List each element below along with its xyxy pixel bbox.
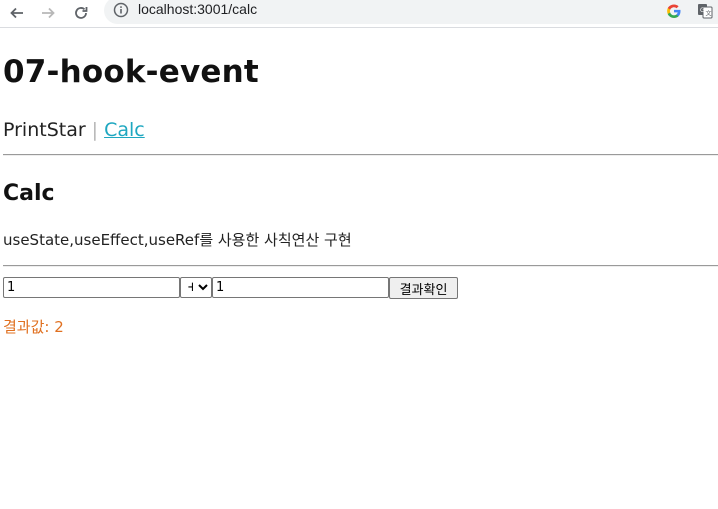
result-text: 결과값: 2 (3, 318, 64, 336)
divider (3, 154, 718, 156)
page-title: 07-hook-event (3, 54, 259, 90)
translate-icon[interactable]: G 文 (697, 3, 713, 19)
result-button[interactable]: 결과확인 (389, 277, 458, 299)
section-description: useState,useEffect,useRef를 사용한 사칙연산 구현 (3, 231, 352, 249)
svg-text:G: G (700, 7, 705, 14)
nav-link-calc[interactable]: Calc (104, 119, 145, 141)
reload-icon (75, 7, 88, 19)
browser-toolbar: localhost:3001/calc G 文 (0, 0, 718, 28)
section-title: Calc (3, 181, 55, 206)
divider (3, 265, 718, 267)
url-text[interactable]: localhost:3001/calc (138, 1, 257, 17)
nav-link-printstar[interactable]: PrintStar (3, 119, 86, 141)
forward-arrow-icon (42, 7, 55, 19)
forward-button[interactable] (37, 2, 59, 24)
operand-a-input[interactable] (3, 277, 180, 298)
address-bar[interactable]: localhost:3001/calc (104, 0, 718, 24)
back-arrow-icon (10, 7, 23, 19)
operand-b-input[interactable] (212, 277, 389, 298)
info-icon[interactable] (113, 2, 129, 18)
back-button[interactable] (6, 2, 28, 24)
nav-separator: | (91, 119, 99, 141)
operator-select[interactable]: + (180, 277, 212, 298)
nav-links: PrintStar | Calc (3, 119, 145, 141)
svg-text:文: 文 (706, 10, 712, 18)
reload-button[interactable] (70, 2, 92, 24)
google-icon[interactable] (666, 3, 682, 19)
